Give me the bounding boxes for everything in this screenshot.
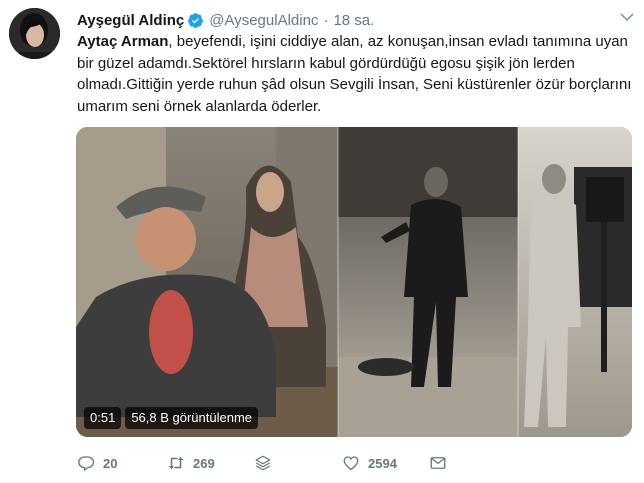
like-count: 2594 [368,455,397,471]
direct-message-button[interactable] [429,452,447,474]
avatar[interactable] [9,8,60,59]
like-button[interactable]: 2594 [342,452,397,474]
video-player[interactable]: 0:51 56,8 B görüntülenme [76,127,632,437]
tweet-actions: 20 269 2594 [77,452,457,474]
video-meta: 0:51 56,8 B görüntülenme [84,407,259,429]
reply-button[interactable]: 20 [77,452,117,474]
mentioned-name: Aytaç Arman [77,33,169,50]
timestamp[interactable]: 18 sa. [333,12,374,29]
video-thumbnail [76,127,632,437]
stack-icon [255,455,271,471]
stack-button[interactable] [254,452,272,474]
tweet-text: Aytaç Arman, beyefendi, işini ciddiye al… [77,31,633,117]
chevron-down-icon[interactable] [620,12,634,22]
verified-badge-icon [188,12,204,28]
reply-icon [78,456,95,471]
mail-icon [430,457,446,469]
reply-count: 20 [103,455,118,471]
video-duration: 0:51 [84,407,122,429]
heart-icon [343,456,359,471]
retweet-button[interactable]: 269 [167,452,215,474]
author-handle[interactable]: @AysegulAldinc [209,12,318,29]
separator-dot: · [323,11,329,29]
video-views: 56,8 B görüntülenme [125,407,259,429]
avatar-image [9,8,60,59]
tweet-header: Ayşegül Aldinç @AysegulAldinc · 18 sa. [77,9,614,31]
retweet-count: 269 [193,455,215,471]
retweet-icon [168,457,184,469]
author-name[interactable]: Ayşegül Aldinç [77,12,184,29]
